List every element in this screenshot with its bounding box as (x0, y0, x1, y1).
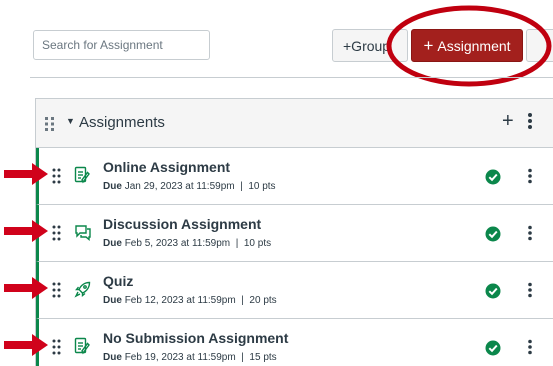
assignment-group: ▼ Assignments + Online Assignment Due Ja… (35, 98, 553, 366)
due-label: Due (103, 352, 122, 363)
add-group-button[interactable]: +Group (332, 29, 408, 62)
points: 15 pts (249, 352, 277, 363)
search-input[interactable] (33, 30, 210, 60)
assignment-details: Due Feb 12, 2023 at 11:59pm | 20 pts (103, 295, 277, 306)
drag-handle-icon[interactable] (52, 168, 61, 184)
assignment-options-icon[interactable] (527, 282, 533, 298)
assignment-options-icon[interactable] (527, 339, 533, 355)
assignment-icon (74, 166, 90, 184)
drag-handle-icon[interactable] (52, 282, 61, 298)
assignment-details: Due Feb 5, 2023 at 11:59pm | 10 pts (103, 238, 272, 249)
red-arrow-annotation (4, 334, 48, 356)
quiz-icon (74, 281, 91, 298)
add-to-group-button[interactable]: + (502, 110, 514, 133)
assignment-options-icon[interactable] (527, 168, 533, 184)
assignment-title[interactable]: Online Assignment (103, 159, 230, 175)
points: 10 pts (243, 238, 272, 249)
due-date: Jan 29, 2023 at 11:59pm (124, 181, 235, 192)
assignment-row[interactable]: No Submission Assignment Due Feb 19, 202… (36, 319, 553, 366)
add-assignment-label: Assignment (437, 37, 511, 54)
points: 20 pts (249, 295, 277, 306)
published-check-icon[interactable] (485, 226, 501, 242)
red-arrow-annotation (4, 277, 48, 299)
assignment-icon (74, 337, 90, 355)
drag-handle-icon[interactable] (52, 225, 61, 241)
assignment-details: Due Feb 19, 2023 at 11:59pm | 15 pts (103, 352, 277, 363)
red-arrow-annotation (4, 220, 48, 242)
red-arrow-annotation (4, 163, 48, 185)
points: 10 pts (248, 181, 276, 192)
due-label: Due (103, 295, 122, 306)
collapse-caret-icon[interactable]: ▼ (66, 116, 75, 126)
assignment-title[interactable]: No Submission Assignment (103, 330, 288, 346)
assignment-group-header[interactable]: ▼ Assignments + (36, 99, 553, 148)
assignment-title[interactable]: Quiz (103, 273, 133, 289)
add-assignment-button[interactable]: + Assignment (411, 29, 523, 62)
group-options-icon[interactable] (527, 112, 533, 130)
assignment-options-icon[interactable] (527, 225, 533, 241)
due-label: Due (103, 181, 122, 192)
assignment-row[interactable]: Quiz Due Feb 12, 2023 at 11:59pm | 20 pt… (36, 262, 553, 319)
group-title: Assignments (79, 114, 165, 131)
plus-icon: + (423, 36, 434, 55)
due-label: Due (103, 238, 122, 249)
toolbar: +Group + Assignment (0, 0, 553, 87)
discussion-icon (75, 225, 91, 241)
due-date: Feb 5, 2023 at 11:59pm (124, 238, 231, 249)
assignment-list: Online Assignment Due Jan 29, 2023 at 11… (36, 148, 553, 366)
more-options-button[interactable] (526, 29, 553, 62)
assignment-details: Due Jan 29, 2023 at 11:59pm | 10 pts (103, 181, 276, 192)
due-date: Feb 12, 2023 at 11:59pm (124, 295, 236, 306)
assignment-row[interactable]: Discussion Assignment Due Feb 5, 2023 at… (36, 205, 553, 262)
assignment-title[interactable]: Discussion Assignment (103, 216, 261, 232)
published-check-icon[interactable] (485, 283, 501, 299)
due-date: Feb 19, 2023 at 11:59pm (124, 352, 236, 363)
assignment-row[interactable]: Online Assignment Due Jan 29, 2023 at 11… (36, 148, 553, 205)
published-check-icon[interactable] (485, 169, 501, 185)
published-check-icon[interactable] (485, 340, 501, 356)
drag-handle-icon[interactable] (44, 116, 56, 132)
drag-handle-icon[interactable] (52, 339, 61, 355)
toolbar-divider (30, 77, 553, 78)
